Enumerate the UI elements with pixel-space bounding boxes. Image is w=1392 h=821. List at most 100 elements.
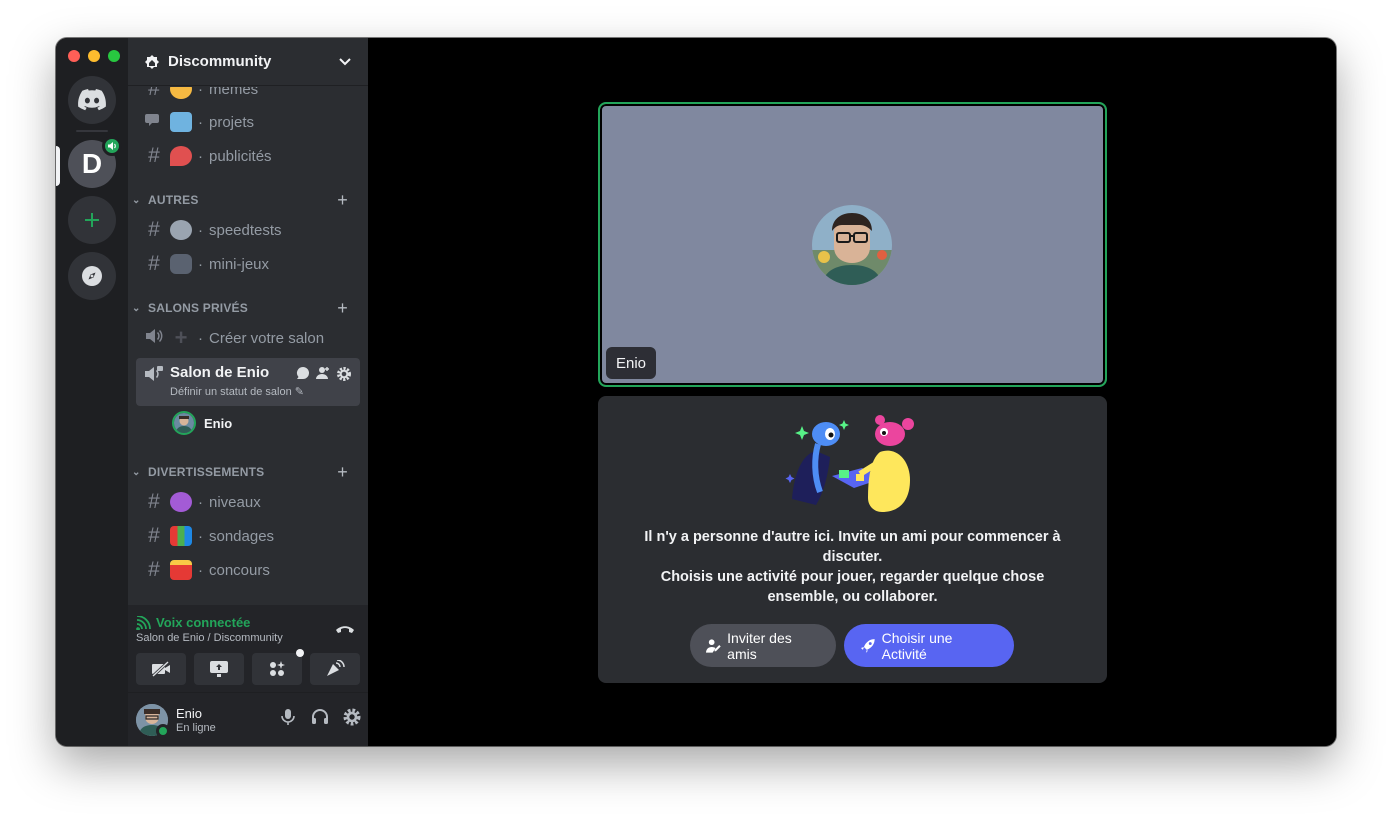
hash-icon: # [148, 144, 160, 167]
channel-list: # · memes · projets # · publicités ⌄ AUT… [128, 87, 368, 605]
folder-emoji-icon [170, 112, 192, 132]
camera-off-icon [151, 661, 170, 677]
avatar [172, 411, 196, 435]
heavy-plus-emoji-icon: + [174, 325, 188, 350]
channel-mini-jeux[interactable]: # · mini-jeux [136, 248, 360, 280]
chevron-down-icon [339, 57, 351, 65]
signal-icon [136, 615, 151, 630]
create-channel-plus-icon[interactable]: + [337, 462, 348, 483]
server-discommunity[interactable]: D [68, 136, 122, 188]
server-initial: D [81, 148, 103, 179]
hash-icon: # [148, 218, 160, 241]
invite-member-icon[interactable] [316, 366, 330, 387]
active-server-indicator [56, 146, 60, 186]
voice-location[interactable]: Salon de Enio / Discommunity [136, 632, 283, 644]
channel-concours[interactable]: # · concours [136, 554, 360, 586]
crystal-ball-emoji-icon [170, 492, 192, 512]
community-server-icon [145, 54, 159, 69]
add-server-button[interactable] [68, 196, 116, 244]
invite-person-icon [706, 638, 721, 653]
pushpin-emoji-icon [170, 146, 192, 166]
minimize-window-button[interactable] [88, 50, 100, 62]
voice-status-text[interactable]: Voix connectée [156, 615, 250, 630]
discord-window: D Discommunity # · memes · projets # · p… [56, 38, 1336, 746]
participant-tile[interactable]: Enio [598, 102, 1107, 387]
active-channel-title: Salon de Enio [170, 364, 270, 381]
user-name: Enio [176, 706, 203, 721]
bar-chart-emoji-icon [170, 526, 192, 546]
activities-button[interactable] [252, 649, 304, 685]
hash-icon: # [148, 524, 160, 547]
plus-icon [85, 213, 99, 227]
forum-icon [144, 110, 164, 134]
channel-publicites[interactable]: # · publicités [136, 140, 360, 172]
chevron-down-icon: ⌄ [132, 466, 141, 478]
voice-connection-panel: Voix connectée Salon de Enio / Discommun… [128, 605, 368, 693]
hang-up-icon [336, 626, 354, 633]
category-autres[interactable]: ⌄ AUTRES + [132, 190, 364, 210]
category-salons-prives[interactable]: ⌄ SALONS PRIVÉS + [132, 298, 364, 318]
user-status: En ligne [176, 722, 216, 734]
voice-member-enio[interactable]: Enio [172, 411, 232, 435]
compass-icon [82, 266, 102, 286]
discord-logo-icon [78, 89, 106, 111]
speaker-icon [144, 326, 164, 350]
channel-projets[interactable]: · projets [136, 106, 360, 138]
voice-stage: Enio Il n'y a personne d'autre ici. Invi… [368, 38, 1336, 746]
laughing-emoji-icon [170, 87, 192, 99]
participant-name-tag: Enio [606, 347, 657, 379]
soundboard-button[interactable] [310, 653, 360, 685]
hash-icon: # [148, 490, 160, 513]
playing-characters-illustration [784, 414, 920, 514]
user-settings-gear-icon[interactable] [342, 707, 362, 732]
rocket-icon [860, 638, 875, 653]
channel-memes[interactable]: # · memes [136, 87, 360, 105]
chat-bubble-icon[interactable] [296, 366, 310, 387]
explore-servers-button[interactable] [68, 252, 116, 300]
rail-separator [76, 130, 108, 132]
chevron-down-icon: ⌄ [132, 302, 141, 314]
screen-share-button[interactable] [194, 653, 244, 685]
pencil-icon: ✎ [294, 386, 304, 398]
headphones-icon[interactable] [310, 707, 330, 732]
soundboard-icon [327, 660, 345, 676]
satellite-emoji-icon [170, 220, 192, 240]
empty-call-message: Il n'y a personne d'autre ici. Invite un… [644, 529, 1061, 605]
server-rail: D [56, 38, 128, 746]
chevron-down-icon: ⌄ [132, 194, 141, 206]
channel-niveaux[interactable]: # · niveaux [136, 486, 360, 518]
active-voice-channel[interactable]: Salon de Enio Définir un statut de salon… [136, 358, 360, 406]
category-divertissements[interactable]: ⌄ DIVERTISSEMENTS + [132, 462, 364, 482]
create-channel-plus-icon[interactable]: + [337, 298, 348, 319]
set-channel-status[interactable]: Définir un statut de salon ✎ [170, 385, 304, 398]
create-channel-plus-icon[interactable]: + [337, 190, 348, 211]
channel-sondages[interactable]: # · sondages [136, 520, 360, 552]
empty-call-card: Il n'y a personne d'autre ici. Invite un… [598, 396, 1107, 683]
channel-creer-votre-salon[interactable]: + · Créer votre salon [136, 322, 360, 354]
channel-sidebar: Discommunity # · memes · projets # · pub… [128, 38, 368, 746]
close-window-button[interactable] [68, 50, 80, 62]
microphone-icon[interactable] [278, 707, 298, 732]
choose-activity-button[interactable]: Choisir une Activité [844, 624, 1014, 667]
invite-friends-button[interactable]: Inviter des amis [690, 624, 836, 667]
window-controls [68, 50, 120, 62]
gift-emoji-icon [170, 560, 192, 580]
server-name: Discommunity [168, 53, 272, 70]
server-header[interactable]: Discommunity [128, 38, 368, 86]
camera-toggle-button[interactable] [136, 653, 186, 685]
speaker-lock-icon [144, 365, 164, 388]
online-status-dot [156, 724, 170, 738]
participant-avatar [812, 205, 892, 285]
hash-icon: # [148, 558, 160, 581]
maximize-window-button[interactable] [108, 50, 120, 62]
hash-icon: # [148, 87, 160, 100]
gamepad-emoji-icon [170, 254, 192, 274]
disconnect-button[interactable] [334, 621, 356, 642]
screen-share-icon [210, 661, 228, 677]
activities-icon [270, 661, 285, 676]
voice-speaker-icon [102, 136, 122, 156]
user-panel: Enio En ligne [128, 693, 368, 746]
direct-messages-button[interactable] [68, 76, 116, 124]
channel-speedtests[interactable]: # · speedtests [136, 214, 360, 246]
gear-icon[interactable] [336, 366, 352, 387]
